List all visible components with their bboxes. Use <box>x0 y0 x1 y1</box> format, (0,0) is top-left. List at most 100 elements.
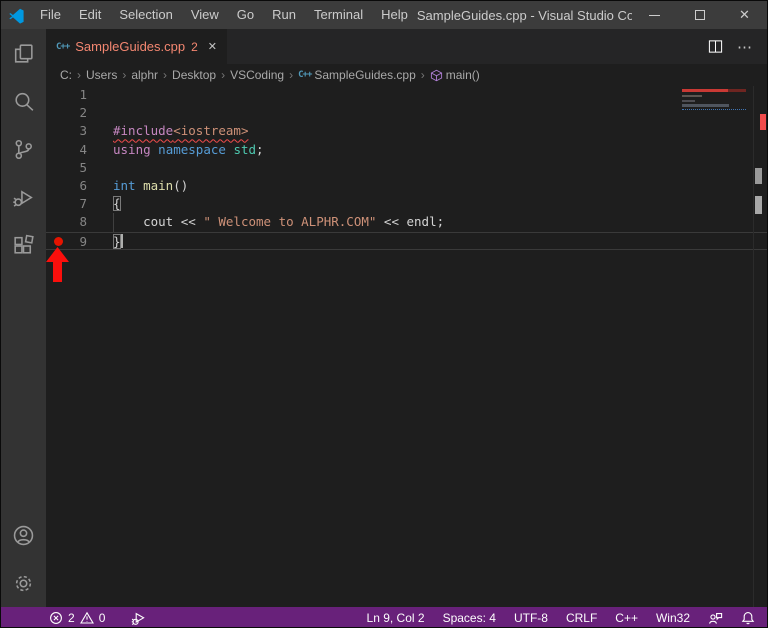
code-token: using <box>113 141 151 157</box>
error-count[interactable]: 2 <box>68 611 75 625</box>
close-button[interactable]: ✕ <box>722 1 767 29</box>
status-platform[interactable]: Win32 <box>656 611 690 625</box>
menu-go[interactable]: Go <box>228 1 263 29</box>
menu-selection[interactable]: Selection <box>110 1 181 29</box>
code-line[interactable]: 5 <box>46 159 767 177</box>
ruler-marker <box>755 168 762 184</box>
menu-help[interactable]: Help <box>372 1 417 29</box>
breadcrumb-segment[interactable]: VSCoding <box>230 68 284 82</box>
status-cursor-position[interactable]: Ln 9, Col 2 <box>367 611 425 625</box>
code-token: #include <box>113 123 174 139</box>
menu-edit[interactable]: Edit <box>70 1 110 29</box>
overview-ruler[interactable] <box>753 86 767 607</box>
menu-view[interactable]: View <box>182 1 228 29</box>
feedback-icon[interactable] <box>708 611 723 626</box>
tab-close-icon[interactable]: ✕ <box>208 40 217 53</box>
cpp-file-icon: C++ <box>56 41 70 52</box>
code-token: std <box>233 141 257 157</box>
minimize-icon <box>649 14 660 16</box>
debug-status-icon[interactable] <box>131 611 146 626</box>
minimap-error-line-dark <box>728 89 746 92</box>
code-text: } <box>87 233 123 249</box>
maximize-icon <box>694 10 705 20</box>
settings-gear-icon[interactable] <box>1 559 46 607</box>
code-line[interactable]: 9} <box>46 231 767 250</box>
explorer-icon[interactable] <box>1 29 46 77</box>
bracket-match: { <box>113 196 121 212</box>
code-token: int <box>113 177 136 193</box>
status-eol[interactable]: CRLF <box>566 611 597 625</box>
editor-actions: ⋯ <box>708 29 767 64</box>
vscode-window: File Edit Selection View Go Run Terminal Help S… <box>0 0 768 628</box>
line-number[interactable]: 6 <box>46 177 87 195</box>
tab-bar: C++ SampleGuides.cpp 2 ✕ ⋯ <box>46 29 767 64</box>
window-title: SampleGuides.cpp - Visual Studio Code <box>416 7 632 23</box>
breakpoint-dot[interactable] <box>54 237 63 246</box>
warnings-icon[interactable] <box>79 611 94 625</box>
menu-file[interactable]: File <box>31 1 70 29</box>
account-icon[interactable] <box>1 511 46 559</box>
code-token: namespace <box>158 141 226 157</box>
code-token: main <box>143 177 174 193</box>
status-bar: 2 0 Ln 9, Col 2 Spaces: 4 UTF-8 CRLF C++ Win3… <box>1 607 767 627</box>
search-icon[interactable] <box>1 77 46 125</box>
code-text: using namespace std; <box>87 141 264 159</box>
menu-run[interactable]: Run <box>263 1 305 29</box>
tab-problems-badge: 2 <box>191 39 198 54</box>
code-line[interactable]: 3 #include<iostream> <box>46 122 767 140</box>
tab-sampleguides-cpp[interactable]: C++ SampleGuides.cpp 2 ✕ <box>46 29 228 64</box>
code-editor[interactable]: 1 2 3 #include<iostream> 4 using namespace st… <box>46 86 767 607</box>
bell-icon[interactable] <box>741 611 755 625</box>
line-number[interactable]: 8 <box>46 213 87 231</box>
breadcrumb-segment[interactable]: alphr <box>131 68 158 82</box>
errors-icon[interactable] <box>49 611 63 625</box>
breadcrumb-segment[interactable]: Users <box>86 68 117 82</box>
tab-label: SampleGuides.cpp <box>75 39 186 54</box>
line-number[interactable]: 3 <box>46 122 87 140</box>
maximize-button[interactable] <box>677 1 722 29</box>
breadcrumb-symbol[interactable]: main() <box>446 68 480 82</box>
more-actions-icon[interactable]: ⋯ <box>737 38 753 56</box>
code-line[interactable]: 1 <box>46 86 767 104</box>
code-token: " Welcome to ALPHR.COM" <box>203 214 377 230</box>
minimap-code-mark <box>682 100 695 102</box>
minimap[interactable] <box>682 87 746 217</box>
split-editor-icon[interactable] <box>708 39 723 54</box>
breadcrumb-chevron-icon: › <box>163 68 168 82</box>
minimize-button[interactable] <box>632 1 677 29</box>
code-line[interactable]: 7{ <box>46 195 767 213</box>
minimap-error-line <box>682 89 728 92</box>
breadcrumb-chevron-icon: › <box>77 68 81 82</box>
status-indentation[interactable]: Spaces: 4 <box>443 611 496 625</box>
code-text: #include<iostream> <box>87 122 248 140</box>
extensions-icon[interactable] <box>1 221 46 269</box>
breadcrumb-segment[interactable]: C: <box>60 68 72 82</box>
breadcrumb-file[interactable]: SampleGuides.cpp <box>314 68 415 82</box>
line-number[interactable]: 5 <box>46 159 87 177</box>
breadcrumb-segment[interactable]: Desktop <box>172 68 216 82</box>
code-line[interactable]: 4 using namespace std; <box>46 141 767 159</box>
breadcrumb: C: › Users › alphr › Desktop › VSCoding › C++ Sam… <box>46 64 767 86</box>
breadcrumb-chevron-icon: › <box>122 68 127 82</box>
code-line[interactable]: 2 <box>46 104 767 122</box>
run-debug-icon[interactable] <box>1 173 46 221</box>
breadcrumb-chevron-icon: › <box>420 68 425 82</box>
code-text: { <box>87 195 121 213</box>
vscode-logo-icon <box>1 7 31 24</box>
status-language-mode[interactable]: C++ <box>615 611 638 625</box>
menu-terminal[interactable]: Terminal <box>305 1 372 29</box>
source-control-icon[interactable] <box>1 125 46 173</box>
line-number[interactable]: 4 <box>46 141 87 159</box>
breadcrumb-chevron-icon: › <box>221 68 226 82</box>
line-number[interactable]: 1 <box>46 86 87 104</box>
line-number[interactable]: 2 <box>46 104 87 122</box>
line-number[interactable]: 7 <box>46 195 87 213</box>
code-line[interactable]: 6 int main() <box>46 177 767 195</box>
warning-count[interactable]: 0 <box>99 611 106 625</box>
code-text: cout << " Welcome to ALPHR.COM" << endl; <box>87 213 444 231</box>
status-encoding[interactable]: UTF-8 <box>514 611 548 625</box>
code-line[interactable]: 8 cout << " Welcome to ALPHR.COM" << end… <box>46 213 767 232</box>
